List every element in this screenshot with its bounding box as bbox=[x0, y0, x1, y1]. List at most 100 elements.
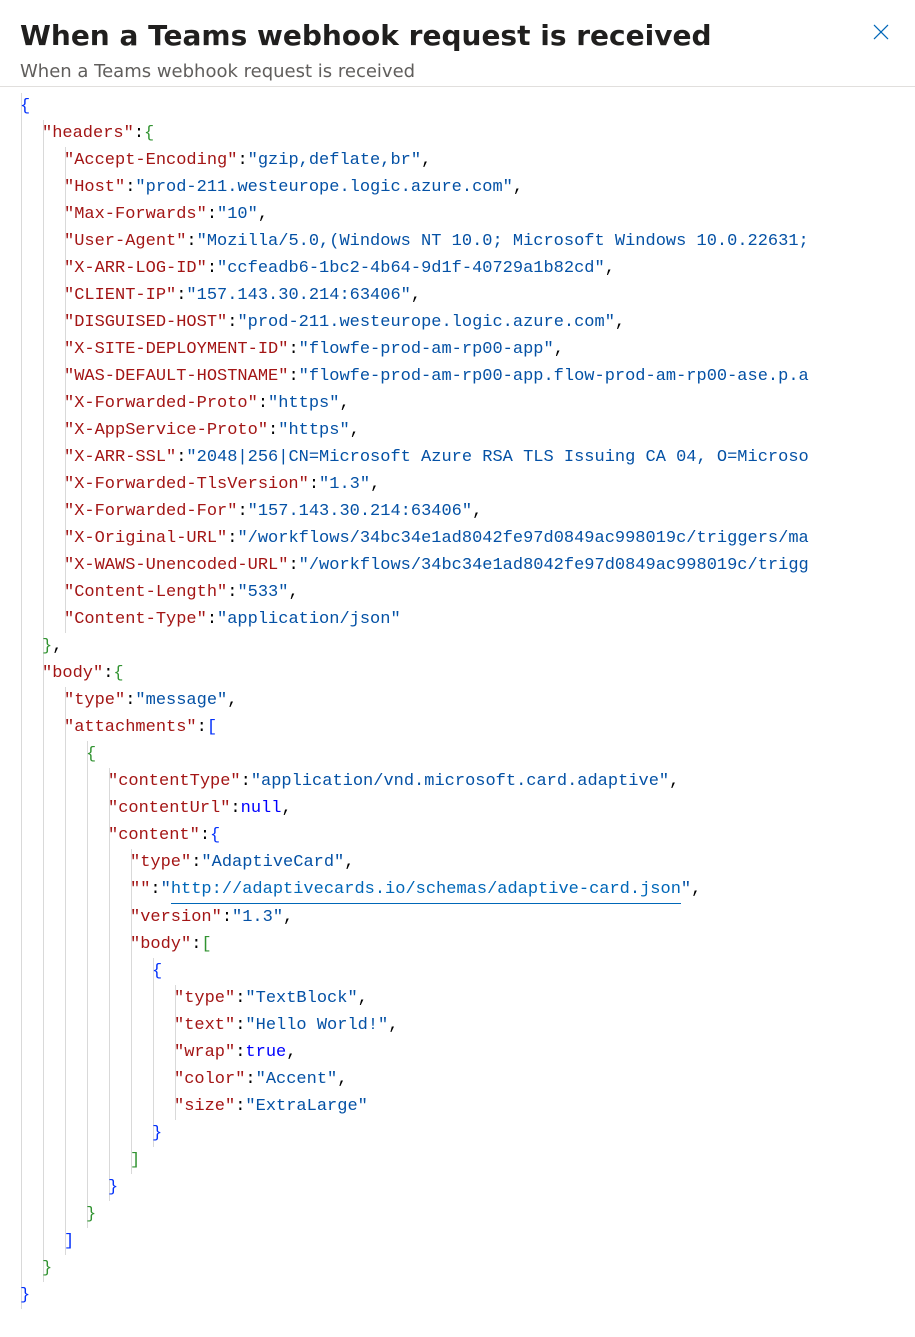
json-token-punct: , bbox=[421, 147, 431, 174]
json-token-str: "10" bbox=[217, 201, 258, 228]
json-line: "X-ARR-LOG-ID": "ccfeadb6-1bc2-4b64-9d1f… bbox=[20, 255, 895, 282]
close-button[interactable] bbox=[867, 18, 895, 46]
json-token-punct: : bbox=[207, 255, 217, 282]
json-token-str: "message" bbox=[135, 687, 227, 714]
json-line: "wrap": true, bbox=[20, 1039, 895, 1066]
json-token-str: "flowfe-prod-am-rp00-app.flow-prod-am-rp… bbox=[299, 363, 809, 390]
json-payload-viewer[interactable]: {"headers": {"Accept-Encoding": "gzip,de… bbox=[20, 93, 895, 1309]
json-line: "type": "TextBlock", bbox=[20, 985, 895, 1012]
webhook-details-panel: When a Teams webhook request is received… bbox=[0, 0, 915, 1337]
json-token-key: "Accept-Encoding" bbox=[64, 147, 237, 174]
json-token-key: "X-Forwarded-Proto" bbox=[64, 390, 258, 417]
json-line: "X-Forwarded-For": "157.143.30.214:63406… bbox=[20, 498, 895, 525]
json-line: "Max-Forwards": "10", bbox=[20, 201, 895, 228]
json-token-key: "X-WAWS-Unencoded-URL" bbox=[64, 552, 288, 579]
json-token-punct: : bbox=[245, 1066, 255, 1093]
json-line: "headers": { bbox=[20, 120, 895, 147]
json-token-str: "/workflows/34bc34e1ad8042fe97d0849ac998… bbox=[237, 525, 808, 552]
json-token-punct: : bbox=[288, 363, 298, 390]
json-token-brace-blue: { bbox=[20, 93, 30, 120]
json-line: "version": "1.3", bbox=[20, 904, 895, 931]
json-line: "body": [ bbox=[20, 931, 895, 958]
json-token-brace-blue: } bbox=[20, 1282, 30, 1309]
json-token-punct: : bbox=[186, 228, 196, 255]
json-token-key: "type" bbox=[174, 985, 235, 1012]
json-token-str: "https" bbox=[268, 390, 339, 417]
json-line: "Host": "prod-211.westeurope.logic.azure… bbox=[20, 174, 895, 201]
json-line: } bbox=[20, 1282, 895, 1309]
json-line: "X-Original-URL": "/workflows/34bc34e1ad… bbox=[20, 525, 895, 552]
json-token-punct: , bbox=[691, 876, 701, 903]
json-line: } bbox=[20, 1174, 895, 1201]
json-token-punct: : bbox=[125, 174, 135, 201]
json-token-key: "body" bbox=[42, 660, 103, 687]
json-line: "size": "ExtraLarge" bbox=[20, 1093, 895, 1120]
json-token-key: "X-AppService-Proto" bbox=[64, 417, 268, 444]
json-line: "DISGUISED-HOST": "prod-211.westeurope.l… bbox=[20, 309, 895, 336]
json-token-punct: : bbox=[288, 552, 298, 579]
json-line: "contentUrl": null, bbox=[20, 795, 895, 822]
json-token-punct: : bbox=[227, 525, 237, 552]
json-line: } bbox=[20, 1201, 895, 1228]
json-token-str: "ccfeadb6-1bc2-4b64-9d1f-40729a1b82cd" bbox=[217, 255, 605, 282]
json-token-punct: : bbox=[176, 282, 186, 309]
panel-divider bbox=[0, 86, 915, 87]
panel-title: When a Teams webhook request is received bbox=[20, 18, 712, 53]
json-token-punct: , bbox=[411, 282, 421, 309]
json-token-punct: , bbox=[281, 795, 291, 822]
json-token-key: "X-ARR-SSL" bbox=[64, 444, 176, 471]
json-token-brace-blue: { bbox=[210, 822, 220, 849]
json-token-punct: : bbox=[103, 660, 113, 687]
json-line: "Content-Length": "533", bbox=[20, 579, 895, 606]
json-token-punct: : bbox=[134, 120, 144, 147]
json-token-str: "https" bbox=[278, 417, 349, 444]
json-token-punct: : bbox=[200, 822, 210, 849]
json-line: "content": { bbox=[20, 822, 895, 849]
json-token-str: "533" bbox=[237, 579, 288, 606]
json-token-key: "Max-Forwards" bbox=[64, 201, 207, 228]
json-line: "X-Forwarded-Proto": "https", bbox=[20, 390, 895, 417]
json-token-brace-blue: } bbox=[108, 1174, 118, 1201]
json-token-punct: : bbox=[176, 444, 186, 471]
json-token-punct: , bbox=[344, 849, 354, 876]
json-token-str: "157.143.30.214:63406" bbox=[248, 498, 472, 525]
json-line: } bbox=[20, 1120, 895, 1147]
json-line: "X-WAWS-Unencoded-URL": "/workflows/34bc… bbox=[20, 552, 895, 579]
json-token-brace-green: } bbox=[42, 1255, 52, 1282]
json-token-punct: , bbox=[283, 904, 293, 931]
json-token-punct: : bbox=[230, 795, 240, 822]
json-token-punct: : bbox=[227, 579, 237, 606]
json-schema-link[interactable]: http://adaptivecards.io/schemas/adaptive… bbox=[171, 876, 681, 904]
json-token-punct: , bbox=[339, 390, 349, 417]
json-token-str: " bbox=[681, 876, 691, 903]
json-token-key: "version" bbox=[130, 904, 222, 931]
json-line: ] bbox=[20, 1228, 895, 1255]
json-token-key: "X-Forwarded-TlsVersion" bbox=[64, 471, 309, 498]
json-token-punct: : bbox=[235, 1012, 245, 1039]
json-token-punct: : bbox=[235, 985, 245, 1012]
json-token-key: "WAS-DEFAULT-HOSTNAME" bbox=[64, 363, 288, 390]
json-token-punct: : bbox=[237, 498, 247, 525]
json-token-brace-green: } bbox=[86, 1201, 96, 1228]
json-line: "body": { bbox=[20, 660, 895, 687]
json-token-punct: : bbox=[309, 471, 319, 498]
json-token-key: "content" bbox=[108, 822, 200, 849]
json-token-brace-green: { bbox=[144, 120, 154, 147]
json-token-punct: , bbox=[513, 174, 523, 201]
json-token-null: null bbox=[241, 795, 282, 822]
json-token-str: "prod-211.westeurope.logic.azure.com" bbox=[237, 309, 614, 336]
json-token-key: "X-ARR-LOG-ID" bbox=[64, 255, 207, 282]
json-token-key: "contentUrl" bbox=[108, 795, 230, 822]
json-token-punct: , bbox=[288, 579, 298, 606]
json-token-key: "X-SITE-DEPLOYMENT-ID" bbox=[64, 336, 288, 363]
json-token-key: "contentType" bbox=[108, 768, 241, 795]
json-line: "": "http://adaptivecards.io/schemas/ada… bbox=[20, 876, 895, 904]
json-line: "X-SITE-DEPLOYMENT-ID": "flowfe-prod-am-… bbox=[20, 336, 895, 363]
json-line: { bbox=[20, 93, 895, 120]
json-token-str: "prod-211.westeurope.logic.azure.com" bbox=[135, 174, 512, 201]
json-token-str: "AdaptiveCard" bbox=[201, 849, 344, 876]
json-token-punct: , bbox=[227, 687, 237, 714]
json-line: "color": "Accent", bbox=[20, 1066, 895, 1093]
json-line: "type": "AdaptiveCard", bbox=[20, 849, 895, 876]
json-token-key: "Content-Length" bbox=[64, 579, 227, 606]
